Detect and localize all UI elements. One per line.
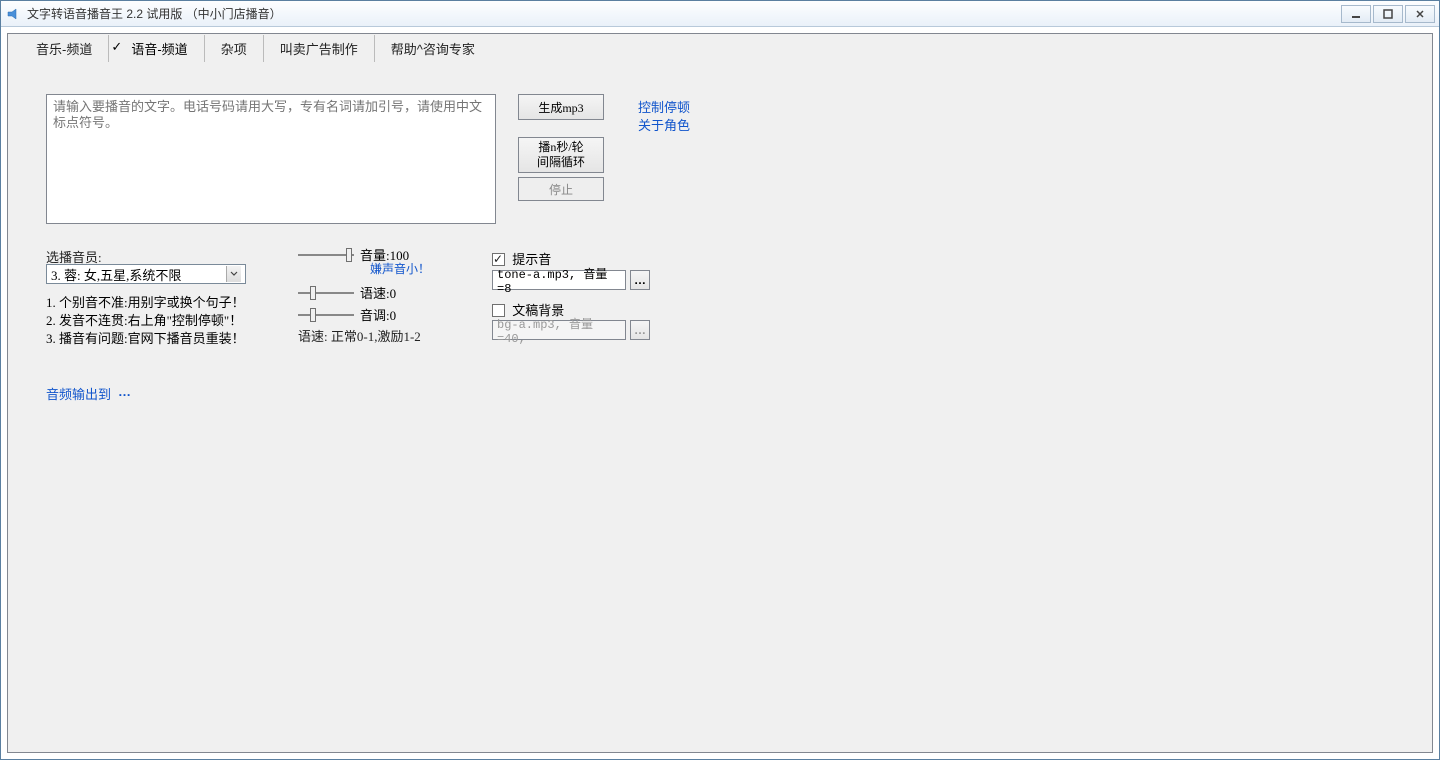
pitch-label: 音调:0	[360, 305, 396, 324]
generate-mp3-button[interactable]: 生成mp3	[518, 94, 604, 120]
bg-file-input: bg-a.mp3, 音量=40,	[492, 320, 626, 340]
tips-block: 1. 个别音不准:用别字或换个句子！ 2. 发音不连贯:右上角"控制停顿"！ 3…	[46, 294, 245, 348]
tab-misc[interactable]: 杂项	[205, 35, 264, 62]
speed-slider[interactable]	[298, 287, 354, 299]
voice-select-value: 3. 蓉: 女,五星,系统不限	[51, 265, 181, 284]
tab-help[interactable]: 帮助^咨询专家	[375, 35, 491, 62]
client-area: 音乐-频道 语音-频道 杂项 叫卖广告制作 帮助^咨询专家 生成mp3 播n秒/…	[1, 27, 1439, 759]
pitch-slider[interactable]	[298, 309, 354, 321]
audio-output-link[interactable]: 音频输出到	[46, 384, 111, 403]
about-role-link[interactable]: 关于角色	[638, 115, 690, 134]
stop-button[interactable]: 停止	[518, 177, 604, 201]
pitch-row: 音调:0	[298, 305, 396, 324]
chevron-down-icon	[226, 266, 241, 282]
speed-row: 语速:0	[298, 283, 396, 302]
tip-3: 3. 播音有问题:官网下播音员重装！	[46, 330, 245, 348]
speed-label: 语速:0	[360, 283, 396, 302]
close-button[interactable]	[1405, 5, 1435, 23]
low-volume-link[interactable]: 嫌声音小！	[370, 260, 430, 277]
window-buttons	[1341, 5, 1435, 23]
bg-browse-button: …	[630, 320, 650, 340]
control-pause-link[interactable]: 控制停顿	[638, 97, 690, 116]
tts-text-input[interactable]	[46, 94, 496, 224]
maximize-button[interactable]	[1373, 5, 1403, 23]
tone-browse-button[interactable]: …	[630, 270, 650, 290]
tip-2: 2. 发音不连贯:右上角"控制停顿"！	[46, 312, 245, 330]
tone-file-input[interactable]: tone-a.mp3, 音量=8	[492, 270, 626, 290]
inner-panel: 音乐-频道 语音-频道 杂项 叫卖广告制作 帮助^咨询专家 生成mp3 播n秒/…	[7, 33, 1433, 753]
voice-select[interactable]: 3. 蓉: 女,五星,系统不限	[46, 264, 246, 284]
loop-play-button[interactable]: 播n秒/轮 间隔循环	[518, 137, 604, 173]
app-window: 文字转语音播音王 2.2 试用版 （中小门店播音） 音乐-频道 语音-频道 杂项…	[0, 0, 1440, 760]
app-icon	[5, 6, 21, 22]
audio-output-more[interactable]: …	[118, 384, 131, 399]
window-title: 文字转语音播音王 2.2 试用版 （中小门店播音）	[27, 5, 1341, 22]
speed-note: 语速: 正常0-1,激励1-2	[298, 326, 421, 345]
tab-bar: 音乐-频道 语音-频道 杂项 叫卖广告制作 帮助^咨询专家	[8, 34, 1432, 62]
titlebar[interactable]: 文字转语音播音王 2.2 试用版 （中小门店播音）	[1, 1, 1439, 27]
tab-voice[interactable]: 语音-频道	[109, 35, 204, 62]
minimize-button[interactable]	[1341, 5, 1371, 23]
tip-1: 1. 个别音不准:用别字或换个句子！	[46, 294, 245, 312]
volume-slider[interactable]	[298, 249, 354, 261]
tab-music[interactable]: 音乐-频道	[20, 35, 109, 62]
tab-ad[interactable]: 叫卖广告制作	[264, 35, 375, 62]
